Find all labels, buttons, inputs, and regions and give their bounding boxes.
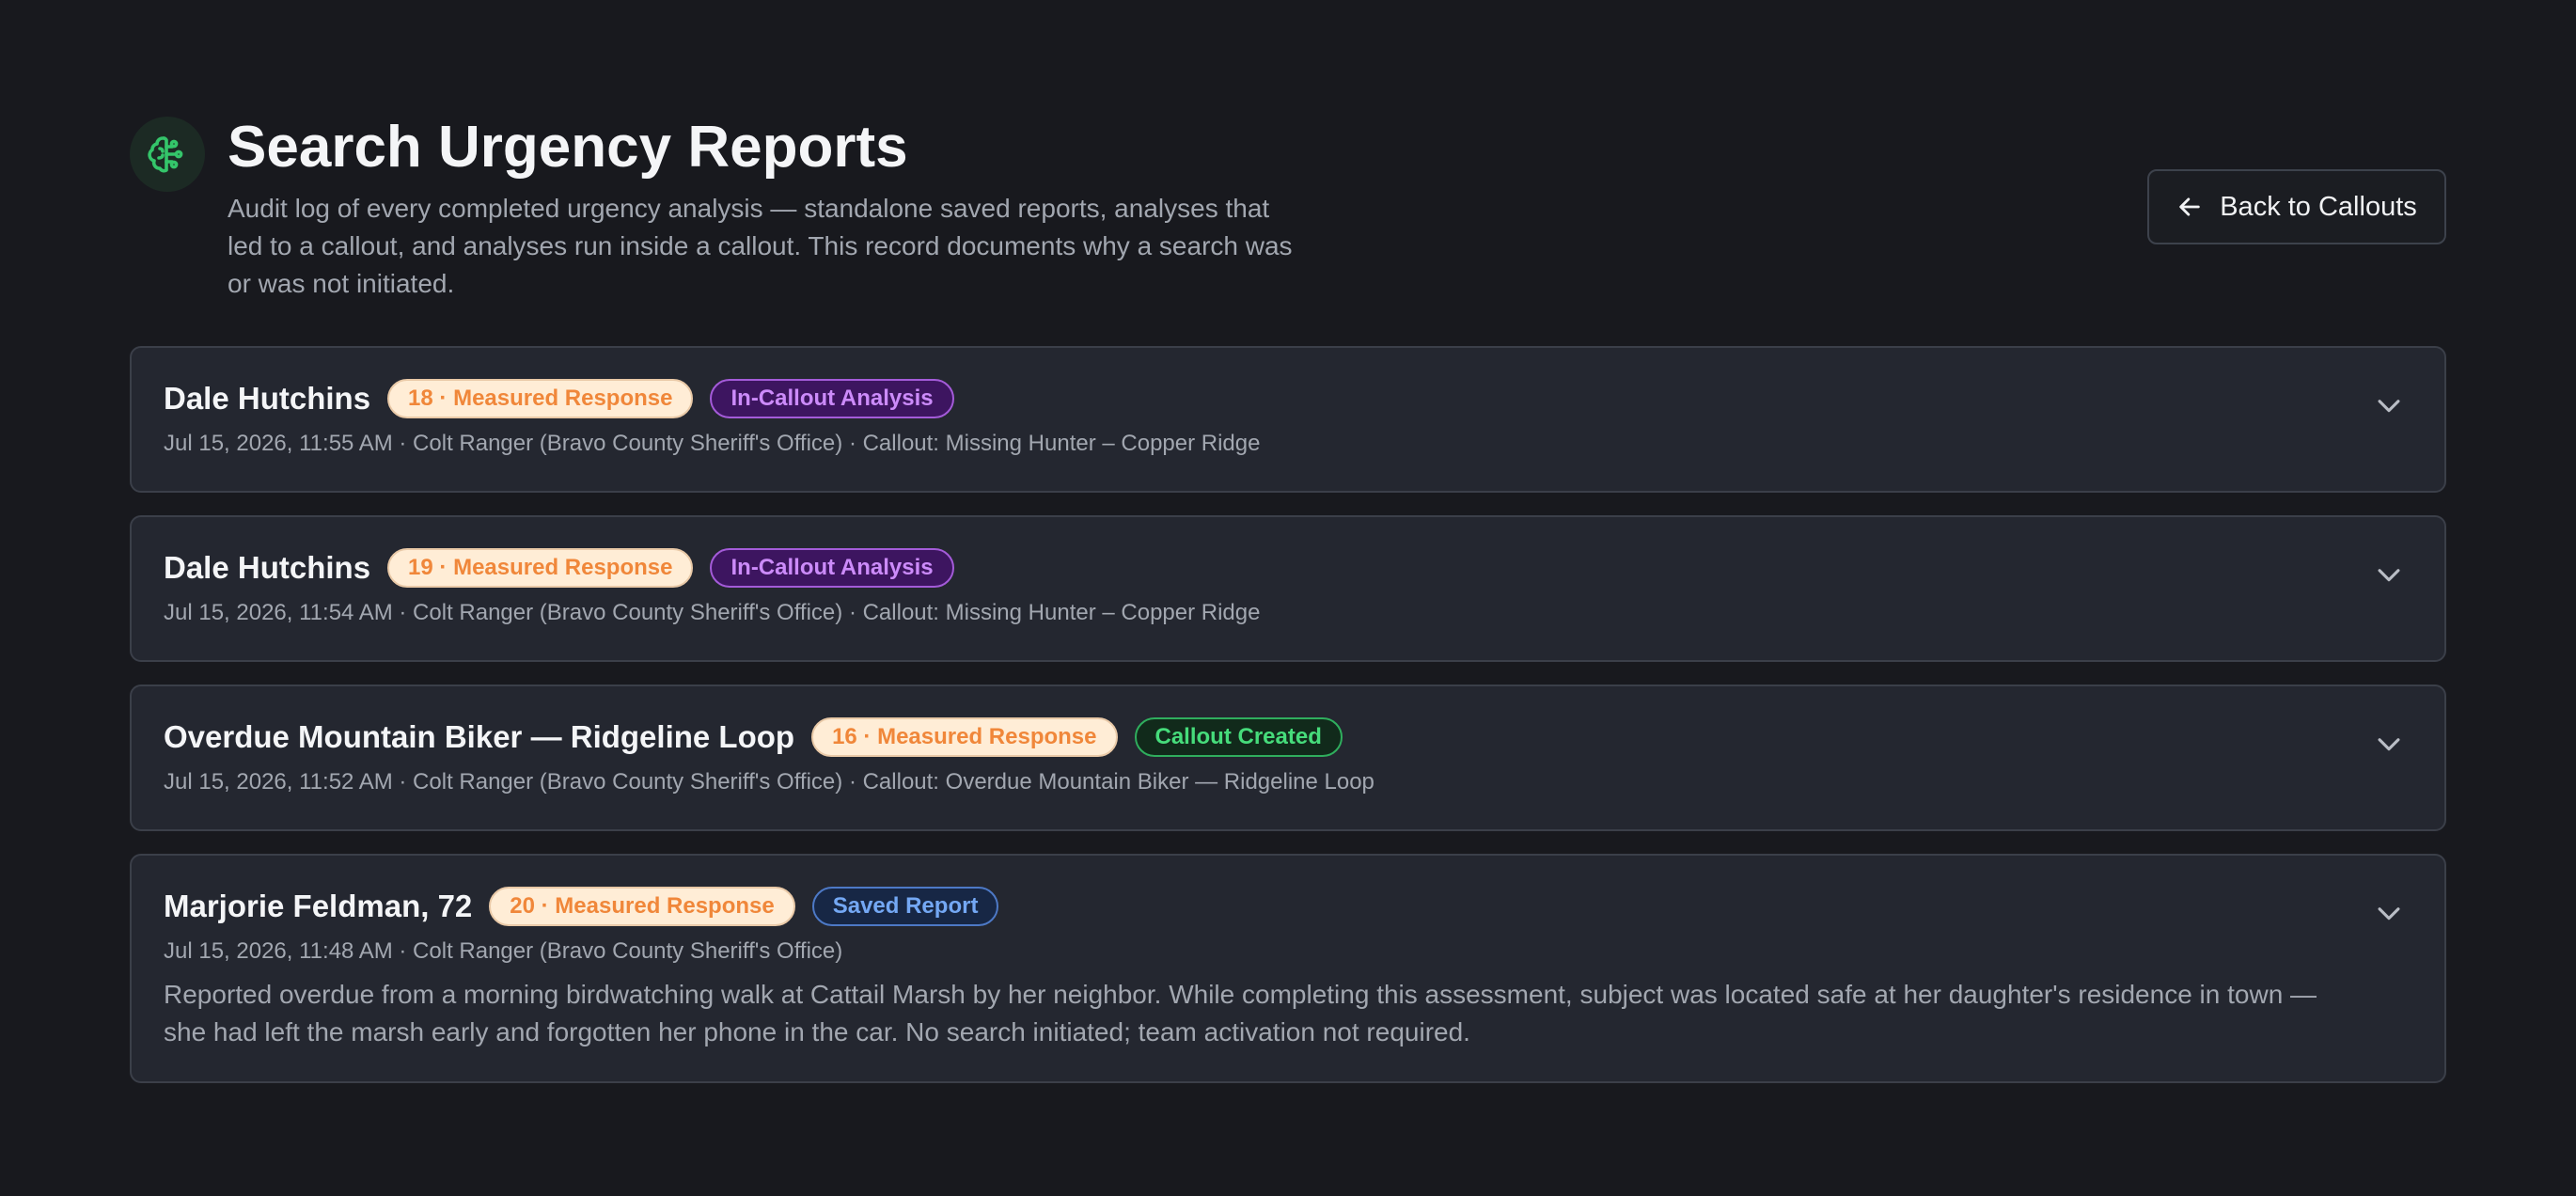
report-card[interactable]: Dale Hutchins 19 · Measured Response In-… <box>130 515 2446 662</box>
chevron-down-icon[interactable] <box>2373 897 2405 929</box>
page-subtitle: Audit log of every completed urgency ana… <box>228 194 1293 298</box>
report-list: Dale Hutchins 18 · Measured Response In-… <box>130 346 2446 1106</box>
report-type-badge: In-Callout Analysis <box>710 379 954 418</box>
report-meta: Jul 15, 2026, 11:48 AM · Colt Ranger (Br… <box>164 938 843 964</box>
report-type-badge: Callout Created <box>1134 717 1343 757</box>
arrow-left-icon <box>2179 197 2200 216</box>
chevron-down-icon[interactable] <box>2373 728 2405 760</box>
urgency-badge: 19 · Measured Response <box>387 548 694 588</box>
report-type-badge: Saved Report <box>811 887 999 926</box>
report-description: Reported overdue from a morning birdwatc… <box>164 980 2317 1046</box>
report-card[interactable]: Marjorie Feldman, 72 20 · Measured Respo… <box>130 854 2446 1083</box>
urgency-badge: 16 · Measured Response <box>811 717 1118 757</box>
urgency-badge: 20 · Measured Response <box>489 887 795 926</box>
report-type-badge: In-Callout Analysis <box>710 548 954 588</box>
back-button-label: Back to Callouts <box>2220 191 2417 222</box>
report-name: Marjorie Feldman, 72 <box>164 889 473 923</box>
back-to-callouts-button[interactable]: Back to Callouts <box>2147 169 2446 244</box>
page-header: Search Urgency Reports Audit log of ever… <box>130 117 2446 305</box>
report-meta: Jul 15, 2026, 11:54 AM · Colt Ranger (Br… <box>164 600 1261 625</box>
urgency-badge: 18 · Measured Response <box>387 379 694 418</box>
report-name: Dale Hutchins <box>164 550 371 585</box>
urgency-reports-page: Search Urgency Reports Audit log of ever… <box>0 0 2576 1196</box>
report-name: Overdue Mountain Biker — Ridgeline Loop <box>164 719 795 754</box>
report-meta: Jul 15, 2026, 11:55 AM · Colt Ranger (Br… <box>164 431 1261 456</box>
report-name: Dale Hutchins <box>164 381 371 416</box>
report-card[interactable]: Dale Hutchins 18 · Measured Response In-… <box>130 346 2446 493</box>
brain-icon <box>130 117 205 192</box>
report-meta: Jul 15, 2026, 11:52 AM · Colt Ranger (Br… <box>164 769 1374 795</box>
chevron-down-icon[interactable] <box>2373 389 2405 421</box>
page-title: Search Urgency Reports <box>228 115 908 180</box>
chevron-down-icon[interactable] <box>2373 559 2405 590</box>
report-card[interactable]: Overdue Mountain Biker — Ridgeline Loop … <box>130 685 2446 831</box>
